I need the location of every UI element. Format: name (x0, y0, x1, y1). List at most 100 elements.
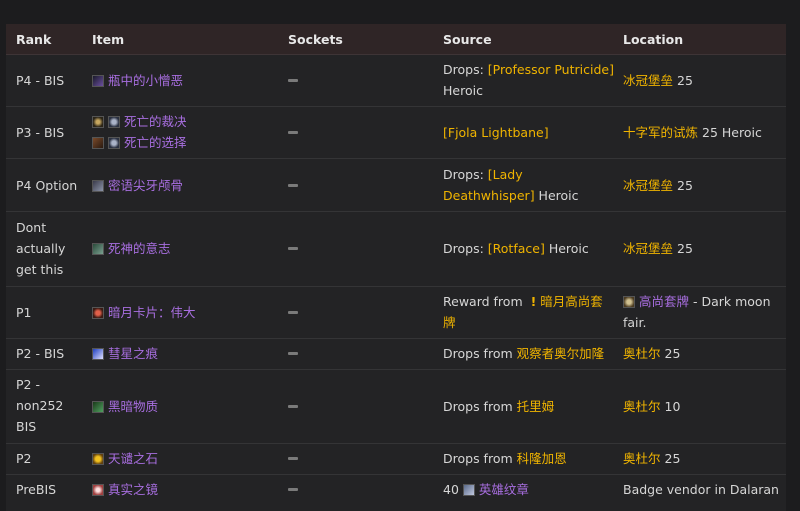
item-link[interactable]: 密语尖牙颅骨 (108, 178, 183, 193)
location-link[interactable]: 奥杜尔 (623, 451, 661, 466)
source-cell: Drops from 托里姆 (443, 396, 615, 417)
location-cell: 冰冠堡垒 25 (623, 238, 783, 259)
card-icon (92, 307, 104, 319)
location-cell: Badge vendor in Dalaran (623, 482, 779, 497)
source-suffix: Heroic (534, 188, 579, 203)
rank-cell: P4 - BIS (16, 73, 65, 88)
table-row: P2 天谴之石 Drops from 科隆加恩 奥杜尔 25 (6, 444, 786, 475)
item-cell: 密语尖牙颅骨 (92, 175, 282, 196)
sockets-cell (288, 405, 298, 408)
location-suffix: 25 (660, 346, 681, 361)
source-link[interactable]: [Rotface] (488, 241, 545, 256)
deck-icon (623, 296, 635, 308)
location-link[interactable]: 冰冠堡垒 (623, 241, 673, 256)
location-cell: 冰冠堡垒 25 (623, 70, 783, 91)
source-prefix: Drops from (443, 399, 517, 414)
table-row: P1 暗月卡片：伟大 Reward from ! 暗月高尚套牌 高尚套牌 - Da… (6, 287, 786, 339)
item-cell: 瓶中的小憎恶 (92, 70, 282, 91)
source-cell: 40 英雄纹章 (443, 479, 615, 500)
source-suffix: Heroic (544, 241, 589, 256)
item-cell: 死亡的裁决 死亡的选择 (92, 111, 282, 153)
source-prefix: Reward from (443, 294, 527, 309)
location-link[interactable]: 奥杜尔 (623, 399, 661, 414)
skull-icon (108, 137, 120, 149)
table-header: Rank Item Sockets Source Location (6, 24, 786, 55)
item-link[interactable]: 彗星之痕 (108, 346, 158, 361)
vial-icon (92, 75, 104, 87)
table-row: P3 - BIS 死亡的裁决 死亡的选择 [Fjola Lightbane] 十… (6, 107, 786, 159)
location-suffix: 25 (660, 451, 681, 466)
table-row: P2 - BIS 彗星之痕 Drops from 观察者奥尔加隆 奥杜尔 25 (6, 339, 786, 370)
source-link[interactable]: 托里姆 (517, 399, 555, 414)
exclamation-icon: ! (530, 294, 537, 309)
header-source: Source (443, 32, 492, 47)
item-cell: 暗月卡片：伟大 (92, 302, 282, 323)
location-cell: 奥杜尔 25 (623, 448, 783, 469)
no-sockets-mark (288, 352, 298, 355)
sockets-cell (288, 184, 298, 187)
table-row: P4 Option 密语尖牙颅骨 Drops: [Lady Deathwhisp… (6, 159, 786, 212)
source-cell: Reward from ! 暗月高尚套牌 (443, 291, 615, 333)
shield-icon (92, 137, 104, 149)
sockets-cell (288, 247, 298, 250)
location-cell: 十字军的试炼 25 Heroic (623, 122, 783, 143)
rank-cell: PreBIS (16, 482, 57, 497)
source-link[interactable]: 英雄纹章 (479, 482, 529, 497)
table-row: P2 - non252 BIS 黑暗物质 Drops from 托里姆 奥杜尔 … (6, 370, 786, 444)
item-link[interactable]: 死亡的选择 (124, 135, 187, 150)
no-sockets-mark (288, 131, 298, 134)
source-prefix: Drops: (443, 167, 488, 182)
item-link[interactable]: 暗月卡片：伟大 (108, 305, 196, 320)
item-link[interactable]: 瓶中的小憎恶 (108, 73, 183, 88)
source-link[interactable]: [Fjola Lightbane] (443, 125, 549, 140)
source-cell: [Fjola Lightbane] (443, 122, 615, 143)
sockets-cell (288, 457, 298, 460)
table-row: PreBIS 真实之镜 40 英雄纹章 Badge vendor in Dala… (6, 475, 786, 505)
rank-cell: Dont actually get this (16, 220, 66, 277)
item-link[interactable]: 黑暗物质 (108, 399, 158, 414)
dark-matter-icon (92, 401, 104, 413)
location-link[interactable]: 冰冠堡垒 (623, 178, 673, 193)
item-cell: 彗星之痕 (92, 343, 282, 364)
comet-icon (92, 348, 104, 360)
source-cell: Drops from 观察者奥尔加隆 (443, 343, 615, 364)
source-cell: Drops: [Professor Putricide] Heroic (443, 59, 615, 101)
no-sockets-mark (288, 405, 298, 408)
item-link[interactable]: 死亡的裁决 (124, 114, 187, 129)
item-line: 死亡的选择 (92, 132, 282, 153)
source-prefix: Drops from (443, 451, 517, 466)
location-cell: 冰冠堡垒 25 (623, 175, 783, 196)
table-row: Dont actually get this 死神的意志 Drops: [Rot… (6, 212, 786, 287)
location-link[interactable]: 奥杜尔 (623, 346, 661, 361)
location-suffix: 25 (673, 73, 693, 88)
emblem-icon (462, 484, 475, 496)
skull-icon (108, 116, 120, 128)
source-link[interactable]: 观察者奥尔加隆 (517, 346, 605, 361)
location-link[interactable]: 冰冠堡垒 (623, 73, 673, 88)
location-link[interactable]: 高尚套牌 (639, 294, 689, 309)
source-link[interactable]: [Professor Putricide] (488, 62, 614, 77)
sockets-cell (288, 352, 298, 355)
source-cell: Drops: [Lady Deathwhisper] Heroic (443, 164, 615, 206)
header-rank: Rank (16, 32, 52, 47)
rank-cell: P4 Option (16, 178, 78, 193)
location-link[interactable]: 十字军的试炼 (623, 125, 698, 140)
location-suffix: 25 (673, 241, 693, 256)
no-sockets-mark (288, 79, 298, 82)
table-row: P4 - BIS 瓶中的小憎恶 Drops: [Professor Putric… (6, 55, 786, 107)
sockets-cell (288, 311, 298, 314)
rank-cell: P2 (16, 451, 32, 466)
sockets-cell (288, 79, 298, 82)
source-cell: Drops: [Rotface] Heroic (443, 238, 615, 259)
item-link[interactable]: 死神的意志 (108, 241, 171, 256)
item-line: 死亡的裁决 (92, 111, 282, 132)
no-sockets-mark (288, 247, 298, 250)
location-cell: 奥杜尔 10 (623, 396, 783, 417)
rank-cell: P1 (16, 305, 32, 320)
source-cell: Drops from 科隆加恩 (443, 448, 615, 469)
source-prefix: Drops: (443, 62, 488, 77)
source-link[interactable]: 科隆加恩 (517, 451, 567, 466)
item-link[interactable]: 真实之镜 (108, 482, 158, 497)
header-item: Item (92, 32, 125, 47)
item-link[interactable]: 天谴之石 (108, 451, 158, 466)
